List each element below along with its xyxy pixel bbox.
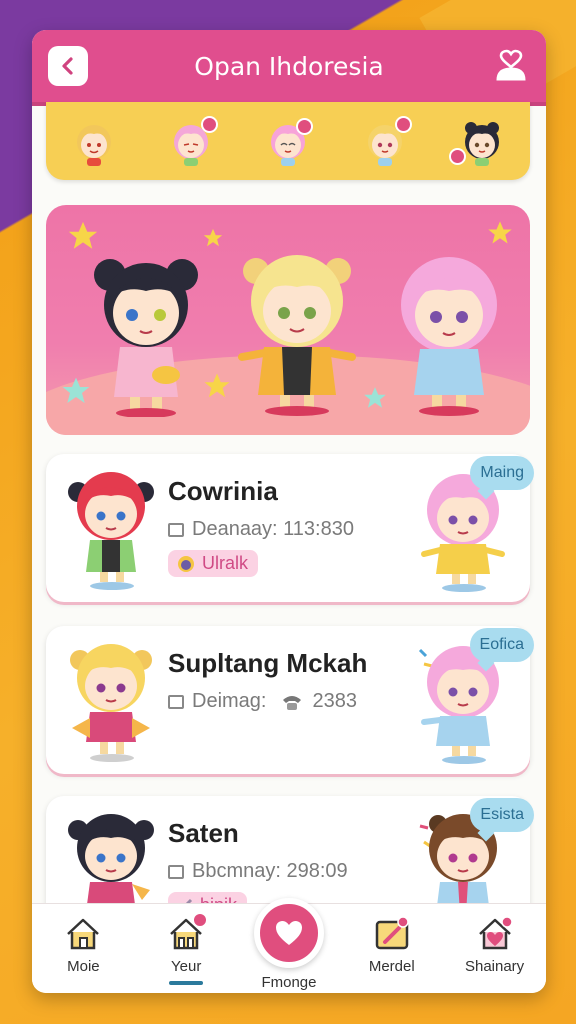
speech-bubble: Esista [470, 798, 534, 832]
notification-dot [295, 118, 313, 135]
character-card[interactable]: Cowrinia Deanaay: 113:830 Ulralk Maing [46, 454, 534, 602]
back-button[interactable] [48, 46, 88, 86]
chibi-avatar-icon [77, 125, 112, 166]
star-icon [364, 387, 386, 408]
tag-avatar-icon [178, 555, 194, 572]
character-card[interactable]: Supltang Mckah Deimag: 2383 Eofica [46, 626, 534, 774]
bottom-nav: Moie Yeur Fmonge Merdel Shainary [32, 898, 546, 993]
avatar-4[interactable] [358, 114, 412, 168]
nav-label: Shainary [464, 958, 525, 975]
character-name: Supltang Mckah [168, 648, 368, 678]
avatar-strip [46, 102, 530, 180]
notification-dot [394, 116, 412, 133]
avatar-2[interactable] [164, 114, 219, 168]
character-meta: Deimag: 2383 [168, 690, 357, 713]
chibi-character-pink-hair [401, 257, 497, 416]
image-icon [168, 522, 184, 537]
nav-item-shainary[interactable]: Shainary [449, 904, 541, 975]
notification-dot [192, 912, 209, 928]
character-meta: Deanaay: 113:830 [168, 518, 354, 541]
user-heart-icon [496, 49, 526, 81]
home-icon [67, 918, 100, 950]
nav-label: Moie [67, 958, 100, 975]
meta-text: Deanaay: 113:830 [192, 518, 354, 540]
chevron-left-icon [62, 57, 73, 75]
tag-label: Ulralk [202, 553, 249, 573]
nav-item-yeur[interactable]: Yeur [140, 904, 232, 985]
notification-dot [448, 148, 466, 165]
app-header: Opan Ihdoresia [32, 30, 546, 106]
page-title: Opan Ihdoresia [194, 51, 384, 81]
shop-icon [478, 916, 513, 950]
active-indicator [169, 981, 204, 985]
nav-label: Yeur [171, 958, 202, 975]
star-icon [488, 221, 512, 244]
heart-button-circle [253, 898, 324, 968]
character-tag[interactable]: Ulralk [168, 550, 259, 577]
meta-text: Deimag: [192, 690, 267, 712]
featured-banner[interactable] [46, 205, 530, 435]
star-icon [204, 373, 230, 398]
heart-icon [275, 921, 302, 945]
nav-item-favorites[interactable]: Fmonge [243, 898, 335, 991]
meta-text: Bbcmnay: 298:09 [192, 860, 348, 882]
image-icon [168, 694, 184, 709]
character-name: Saten [168, 818, 239, 848]
profile-button[interactable] [492, 48, 530, 84]
nav-item-home[interactable]: Moie [37, 904, 129, 975]
edit-icon [375, 916, 409, 950]
nav-label: Fmonge [261, 974, 317, 991]
chibi-character-red-hair [68, 472, 154, 590]
chibi-character-black-hair [94, 259, 198, 417]
speech-bubble: Eofica [469, 628, 534, 662]
character-meta: Bbcmnay: 298:09 [168, 860, 348, 883]
nav-label: Merdel [368, 958, 415, 975]
star-icon [203, 228, 223, 247]
avatar-5[interactable] [448, 114, 509, 168]
app-window: Opan Ihdoresia Cowrinia Deanaay: 113:830… [32, 30, 546, 993]
avatar-3[interactable] [261, 114, 315, 168]
speech-bubble: Maing [470, 456, 534, 490]
phone-icon [283, 695, 302, 710]
chibi-character-blonde [238, 255, 356, 416]
character-name: Cowrinia [168, 476, 278, 506]
avatar-1[interactable] [67, 114, 121, 168]
nav-item-merdel[interactable]: Merdel [346, 904, 438, 975]
chibi-character-blonde [70, 644, 152, 762]
meta-extra: 2383 [312, 690, 357, 712]
heart-button[interactable] [253, 898, 324, 968]
close-box-icon [168, 864, 184, 879]
